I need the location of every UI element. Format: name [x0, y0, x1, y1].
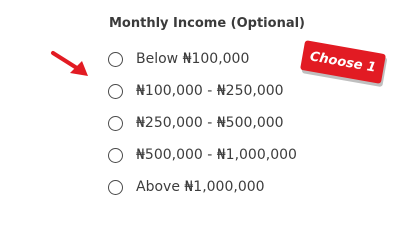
choose-one-badge: Choose 1	[300, 40, 386, 84]
option-500000-1000000[interactable]: ₦500,000 - ₦1,000,000	[108, 144, 297, 166]
option-below-100000[interactable]: Below ₦100,000	[108, 48, 249, 70]
option-label: Above ₦1,000,000	[136, 179, 265, 195]
radio-button[interactable]	[108, 83, 123, 99]
question-label: Monthly Income (Optional)	[109, 16, 305, 31]
radio-button[interactable]	[108, 115, 123, 131]
radio-button[interactable]	[108, 179, 123, 195]
radio-button[interactable]	[108, 51, 123, 67]
option-label: ₦500,000 - ₦1,000,000	[136, 147, 297, 163]
option-above-1000000[interactable]: Above ₦1,000,000	[108, 176, 265, 198]
option-label: Below ₦100,000	[136, 51, 250, 67]
option-250000-500000[interactable]: ₦250,000 - ₦500,000	[108, 112, 284, 134]
option-100000-250000[interactable]: ₦100,000 - ₦250,000	[108, 80, 284, 102]
arrow-pointer-icon	[51, 51, 88, 76]
option-label: ₦250,000 - ₦500,000	[136, 115, 284, 131]
option-label: ₦100,000 - ₦250,000	[136, 83, 284, 99]
radio-button[interactable]	[108, 147, 123, 163]
